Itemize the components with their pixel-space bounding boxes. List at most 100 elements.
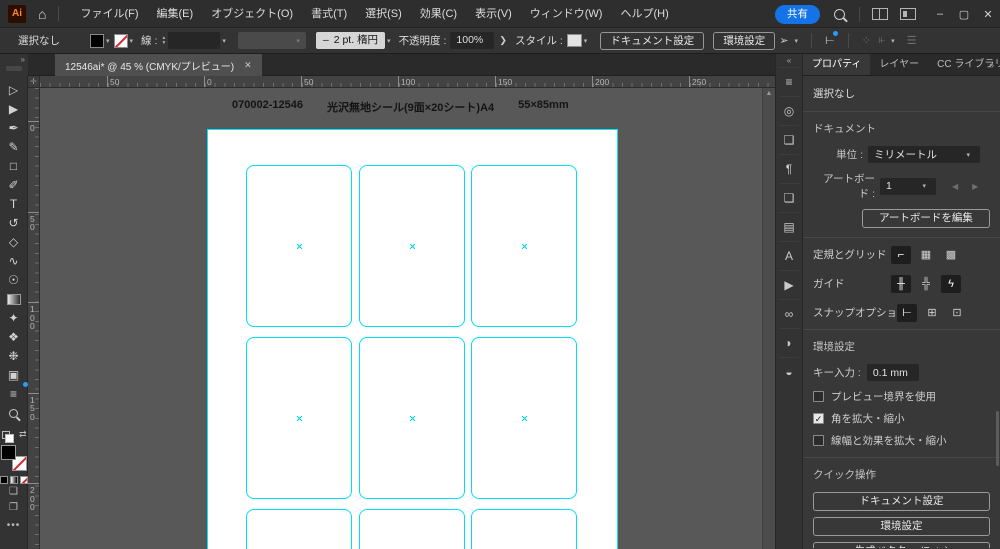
brush-definition-dropdown[interactable]: – 2 pt. 楕円: [316, 32, 385, 49]
transparency-panel-icon[interactable]: ◎: [779, 96, 799, 125]
selection-tool[interactable]: ▷: [3, 81, 25, 100]
default-fill-stroke-icon[interactable]: [2, 431, 10, 439]
sticker-cell[interactable]: [246, 509, 352, 549]
paintbrush-tool[interactable]: ✐: [3, 176, 25, 195]
stroke-panel-icon[interactable]: ≡: [779, 67, 799, 96]
menu-item-4[interactable]: 選択(S): [356, 0, 411, 28]
opacity-field[interactable]: 100%: [450, 32, 494, 49]
links-panel-icon[interactable]: ∞: [779, 299, 799, 328]
quick-action-button-2[interactable]: 生成ベクター (Beta): [813, 542, 990, 548]
arrange-documents-icon[interactable]: [872, 8, 888, 20]
options-menu-icon[interactable]: ☰: [907, 34, 917, 47]
eyedropper-tool[interactable]: ✦: [3, 309, 25, 328]
curvature-tool[interactable]: ✎: [3, 138, 25, 157]
menu-item-0[interactable]: ファイル(F): [71, 0, 147, 28]
shape-builder-tool[interactable]: ❉: [3, 347, 25, 366]
illustrator-logo-icon[interactable]: Ai: [8, 5, 26, 23]
menu-item-8[interactable]: ヘルプ(H): [611, 0, 677, 28]
drawing-modes-icon[interactable]: ❏: [9, 484, 18, 500]
rectangle-tool[interactable]: □: [3, 157, 25, 176]
snap-options-icon[interactable]: ⊢: [825, 34, 835, 47]
menu-item-3[interactable]: 書式(T): [302, 0, 356, 28]
expand-panels-icon[interactable]: «: [776, 54, 802, 67]
quick-action-button-0[interactable]: ドキュメント設定: [813, 492, 990, 511]
blend-tool[interactable]: ❖: [3, 328, 25, 347]
preferences-button[interactable]: 環境設定: [713, 32, 775, 50]
variable-width-profile-dropdown[interactable]: ▾: [238, 32, 306, 49]
paragraph-panel-icon[interactable]: ¶: [779, 154, 799, 183]
color-panel-icon[interactable]: ◒: [779, 357, 799, 386]
document-setup-button[interactable]: ドキュメント設定: [600, 32, 704, 50]
ruler-origin-corner[interactable]: ✛: [28, 76, 40, 88]
stroke-weight-field[interactable]: [168, 32, 220, 49]
chevron-down-icon[interactable]: ▾: [795, 37, 799, 45]
color-button[interactable]: [0, 476, 8, 484]
horizontal-ruler[interactable]: 50050100150200250: [40, 76, 775, 88]
opacity-options-arrow[interactable]: ❯: [495, 35, 511, 46]
panel-tab-1[interactable]: レイヤー: [870, 54, 928, 75]
vertical-ruler[interactable]: 050100150200: [28, 88, 40, 549]
close-tab-icon[interactable]: ✕: [244, 60, 252, 71]
transparency-grid-icon[interactable]: ▩: [941, 246, 961, 264]
chevron-down-icon[interactable]: ▾: [106, 37, 110, 45]
lock-guides-icon[interactable]: ╬: [916, 275, 936, 293]
close-button[interactable]: ✕: [976, 0, 1000, 28]
graphic-style-swatch[interactable]: [567, 34, 582, 47]
snap-to-pixel-icon[interactable]: ⊡: [947, 304, 967, 322]
collapse-panel-icon[interactable]: »: [989, 54, 994, 76]
key-input-field[interactable]: 0.1 mm: [867, 364, 919, 381]
eraser-tool[interactable]: ◇: [3, 233, 25, 252]
search-icon[interactable]: [834, 9, 845, 20]
type-tool[interactable]: T: [3, 195, 25, 214]
guides-icon[interactable]: ╫: [891, 275, 911, 293]
actions-panel-icon[interactable]: ▶: [779, 270, 799, 299]
rotate-tool[interactable]: ↺: [3, 214, 25, 233]
stroke-color-swatch[interactable]: [114, 34, 128, 48]
gradient-tool[interactable]: [3, 290, 25, 309]
fill-color-swatch[interactable]: [90, 34, 104, 48]
snap-to-grid-icon[interactable]: ⊞: [922, 304, 942, 322]
direct-selection-tool[interactable]: ▶: [3, 100, 25, 119]
grid-icon[interactable]: ▦: [916, 246, 936, 264]
maximize-button[interactable]: ▢: [952, 0, 976, 28]
gradient-button[interactable]: [10, 476, 18, 484]
transform-panel-icon[interactable]: ❑: [779, 125, 799, 154]
workspace-switcher-icon[interactable]: [900, 8, 916, 20]
canvas-viewport[interactable]: 070002-12546 光沢無地シール(9面×20シート)A4 55×85mm…: [40, 88, 775, 549]
swap-fill-stroke-icon[interactable]: ⇄: [19, 429, 27, 440]
chevron-down-icon[interactable]: ▾: [387, 37, 391, 45]
tools-panel-header[interactable]: »: [0, 54, 28, 76]
pen-tool[interactable]: ✒: [3, 119, 25, 138]
checkbox-unchecked[interactable]: [813, 391, 824, 402]
align-tool[interactable]: ≡: [3, 385, 25, 404]
minimize-button[interactable]: –: [928, 0, 952, 28]
snap-to-point-icon[interactable]: ⊢: [897, 304, 917, 322]
menu-item-5[interactable]: 効果(C): [411, 0, 466, 28]
sticker-cell[interactable]: [359, 509, 465, 549]
chevron-down-icon[interactable]: ▾: [222, 37, 226, 45]
next-artboard-icon[interactable]: ▶: [972, 182, 978, 191]
gradient-panel-icon[interactable]: ◗: [779, 328, 799, 357]
checkbox-unchecked[interactable]: [813, 435, 824, 446]
smart-guides-icon[interactable]: ϟ: [941, 275, 961, 293]
menu-item-7[interactable]: ウィンドウ(W): [521, 0, 612, 28]
panel-scrollbar-thumb[interactable]: [996, 411, 999, 466]
previous-artboard-icon[interactable]: ◀: [952, 182, 958, 191]
fill-swatch[interactable]: [1, 445, 16, 460]
sticker-cell[interactable]: [471, 509, 577, 549]
panel-tab-0[interactable]: プロパティ: [803, 54, 870, 75]
document-tab[interactable]: 12546ai* @ 45 % (CMYK/プレビュー) ✕: [55, 54, 262, 76]
edit-artboards-button[interactable]: アートボードを編集: [862, 209, 990, 228]
screen-mode-icon[interactable]: ❐: [9, 500, 18, 516]
chevron-down-icon[interactable]: ▾: [584, 37, 588, 45]
zoom-tool[interactable]: [3, 404, 25, 423]
artboard-tool[interactable]: ▣: [3, 366, 25, 385]
appearance-panel-icon[interactable]: ❏: [779, 183, 799, 212]
align-panel-icon[interactable]: ▤: [779, 212, 799, 241]
ruler-icon[interactable]: ⌐: [891, 246, 911, 264]
pencil-tool[interactable]: ∿: [3, 252, 25, 271]
edit-toolbar-icon[interactable]: •••: [7, 520, 21, 531]
vertical-scrollbar[interactable]: ▲: [762, 88, 775, 549]
quick-action-button-1[interactable]: 環境設定: [813, 517, 990, 536]
rotate-view-tool[interactable]: ☉: [3, 271, 25, 290]
